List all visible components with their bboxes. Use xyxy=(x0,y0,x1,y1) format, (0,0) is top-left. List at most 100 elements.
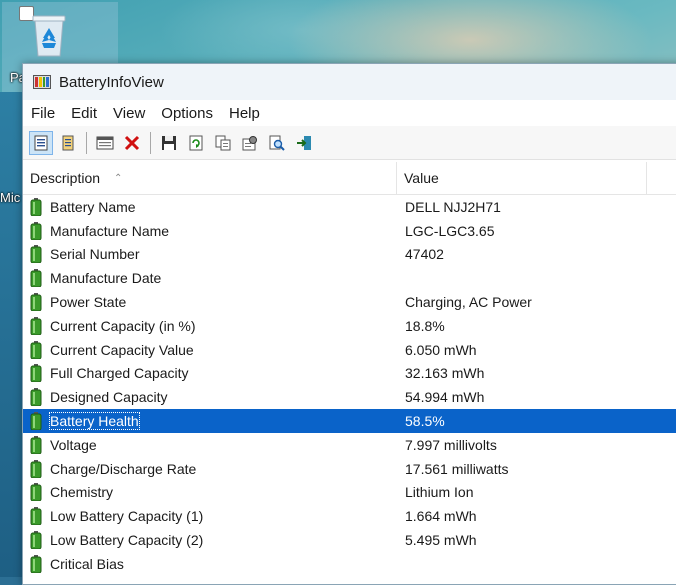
recycle-bin-icon xyxy=(32,15,66,57)
title-bar[interactable]: BatteryInfoView xyxy=(23,64,676,100)
desktop-side-area xyxy=(0,92,22,577)
refresh-icon xyxy=(189,135,203,150)
description-cell: Battery Name xyxy=(23,197,397,216)
menu-help[interactable]: Help xyxy=(221,105,268,122)
table-row[interactable]: Serial Number 47402 xyxy=(23,243,676,267)
value-cell: LGC-LGC3.65 xyxy=(405,222,495,239)
table-row[interactable]: Designed Capacity 54.994 mWh xyxy=(23,385,676,409)
app-window: BatteryInfoView File Edit View Options H… xyxy=(22,63,676,585)
menu-view[interactable]: View xyxy=(105,105,153,122)
menu-edit[interactable]: Edit xyxy=(63,105,105,122)
delete-icon xyxy=(124,135,140,150)
description-cell: Low Battery Capacity (1) xyxy=(23,507,397,526)
table-row[interactable]: Critical Bias xyxy=(23,552,676,576)
battery-info-app-icon xyxy=(33,75,51,89)
properties-icon xyxy=(34,135,48,150)
table-row[interactable]: Current Capacity Value 6.050 mWh xyxy=(23,338,676,362)
value-cell: 18.8% xyxy=(405,317,445,334)
description-cell: Designed Capacity xyxy=(23,388,397,407)
settings-button[interactable] xyxy=(238,131,262,155)
battery-icon xyxy=(30,197,42,216)
value-cell: 7.997 millivolts xyxy=(405,436,497,453)
column-header-value[interactable]: Value xyxy=(397,162,647,194)
value-cell: DELL NJJ2H71 xyxy=(405,198,501,215)
value-cell: Lithium Ion xyxy=(405,484,474,501)
description-text: Manufacture Name xyxy=(50,222,170,239)
battery-icon xyxy=(30,316,42,335)
battery-icon xyxy=(30,388,42,407)
battery-icon xyxy=(30,459,42,478)
html-report-button[interactable] xyxy=(93,131,117,155)
sort-arrow-icon: ⌃ xyxy=(114,172,123,184)
table-row[interactable]: Manufacture Name LGC-LGC3.65 xyxy=(23,219,676,243)
description-text: Current Capacity (in %) xyxy=(50,317,196,334)
description-text: Voltage xyxy=(50,436,97,453)
toolbar-separator xyxy=(86,131,87,154)
description-text: Battery Health xyxy=(49,412,140,431)
copy-text-button[interactable] xyxy=(56,131,80,155)
description-cell: Chemistry xyxy=(23,483,397,502)
battery-icon xyxy=(30,269,42,288)
value-cell: 6.050 mWh xyxy=(405,341,477,358)
table-row[interactable]: Charge/Discharge Rate 17.561 milliwatts xyxy=(23,457,676,481)
delete-button[interactable] xyxy=(120,131,144,155)
description-cell: Critical Bias xyxy=(23,554,397,573)
battery-icon xyxy=(30,554,42,573)
value-cell: 58.5% xyxy=(405,413,445,430)
table-row[interactable]: Battery Name DELL NJJ2H71 xyxy=(23,195,676,219)
table-row[interactable]: Low Battery Capacity (1) 1.664 mWh xyxy=(23,504,676,528)
table-row[interactable]: Chemistry Lithium Ion xyxy=(23,481,676,505)
description-text: Battery Name xyxy=(50,198,136,215)
description-text: Low Battery Capacity (2) xyxy=(50,532,204,549)
battery-icon xyxy=(30,293,42,312)
save-button[interactable] xyxy=(157,131,181,155)
menu-options[interactable]: Options xyxy=(153,105,221,122)
battery-icon xyxy=(30,435,42,454)
value-cell: 47402 xyxy=(405,246,444,263)
settings-icon xyxy=(242,135,257,150)
battery-icon xyxy=(30,412,42,431)
table-row[interactable]: Battery Health 58.5% xyxy=(23,409,676,433)
toolbar-separator xyxy=(150,131,151,154)
find-button[interactable] xyxy=(265,131,289,155)
list-header: Description ⌃ Value xyxy=(23,162,676,195)
description-cell: Current Capacity Value xyxy=(23,340,397,359)
value-cell: 1.664 mWh xyxy=(405,508,477,525)
table-row[interactable]: Manufacture Date xyxy=(23,266,676,290)
table-row[interactable]: Low Battery Capacity (2) 5.495 mWh xyxy=(23,528,676,552)
description-text: Low Battery Capacity (1) xyxy=(50,508,204,525)
battery-icon xyxy=(30,531,42,550)
description-cell: Manufacture Name xyxy=(23,221,397,240)
find-icon xyxy=(269,135,285,151)
table-row[interactable]: Full Charged Capacity 32.163 mWh xyxy=(23,362,676,386)
description-text: Serial Number xyxy=(50,246,140,263)
battery-icon xyxy=(30,364,42,383)
description-cell: Low Battery Capacity (2) xyxy=(23,531,397,550)
properties-button[interactable] xyxy=(29,130,53,155)
html-report-icon xyxy=(96,136,114,149)
description-text: Charge/Discharge Rate xyxy=(50,460,197,477)
menu-file[interactable]: File xyxy=(23,105,63,122)
description-cell: Battery Health xyxy=(23,412,397,431)
column-header-description[interactable]: Description ⌃ xyxy=(23,162,397,194)
description-text: Current Capacity Value xyxy=(50,341,194,358)
table-row[interactable]: Voltage 7.997 millivolts xyxy=(23,433,676,457)
description-text: Critical Bias xyxy=(50,555,124,572)
battery-icon xyxy=(30,221,42,240)
menu-bar: File Edit View Options Help xyxy=(23,100,676,126)
description-text: Power State xyxy=(50,294,127,311)
value-cell: 32.163 mWh xyxy=(405,365,485,382)
exit-button[interactable] xyxy=(292,131,316,155)
copy-icon xyxy=(215,135,231,150)
exit-icon xyxy=(297,135,311,150)
refresh-button[interactable] xyxy=(184,131,208,155)
battery-icon xyxy=(30,483,42,502)
battery-icon xyxy=(30,507,42,526)
table-row[interactable]: Power State Charging, AC Power xyxy=(23,290,676,314)
copy-button[interactable] xyxy=(211,131,235,155)
toolbar xyxy=(23,126,676,160)
description-cell: Full Charged Capacity xyxy=(23,364,397,383)
table-row[interactable]: Current Capacity (in %) 18.8% xyxy=(23,314,676,338)
value-cell: Charging, AC Power xyxy=(405,294,532,311)
description-cell: Voltage xyxy=(23,435,397,454)
